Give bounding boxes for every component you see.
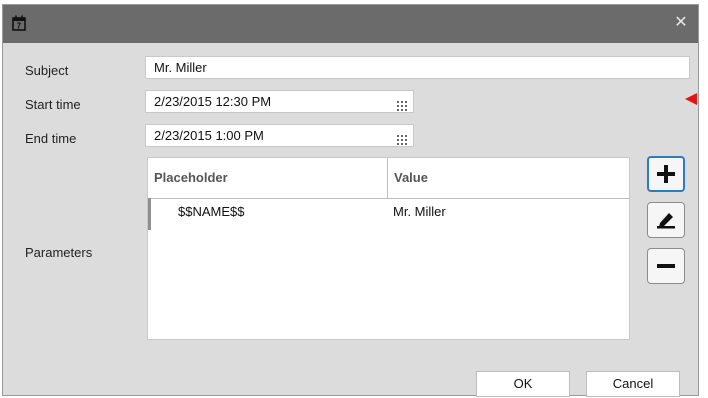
edit-parameter-button[interactable]	[647, 202, 685, 238]
subject-field[interactable]	[145, 56, 690, 79]
ok-button[interactable]: OK	[476, 371, 570, 397]
value-cell: Mr. Miller	[393, 204, 446, 219]
placeholder-cell: $$NAME$$	[178, 204, 245, 219]
title-bar: 7 ✕	[3, 5, 698, 43]
end-time-field[interactable]: 2/23/2015 1:00 PM	[145, 124, 414, 147]
end-time-value: 2/23/2015 1:00 PM	[154, 128, 264, 143]
datetime-picker-icon[interactable]	[397, 130, 408, 145]
end-time-label: End time	[25, 131, 77, 146]
table-header: Placeholder Value	[148, 158, 629, 199]
close-icon[interactable]: ✕	[672, 14, 690, 32]
datetime-picker-icon[interactable]	[397, 96, 408, 111]
start-time-value: 2/23/2015 12:30 PM	[154, 94, 272, 109]
appointment-dialog: 7 ✕ Subject Start time 2/23/2015 12:30 P…	[2, 4, 699, 397]
start-time-label: Start time	[25, 97, 81, 112]
parameters-table: Placeholder Value $$NAME$$ Mr. Miller	[147, 157, 630, 340]
cancel-button[interactable]: Cancel	[586, 371, 680, 397]
start-time-field[interactable]: 2/23/2015 12:30 PM	[145, 90, 414, 113]
svg-text:7: 7	[17, 22, 22, 31]
red-pointer-arrow-icon	[685, 93, 697, 105]
table-row[interactable]: $$NAME$$ Mr. Miller	[148, 198, 629, 226]
subject-label: Subject	[25, 63, 69, 78]
parameters-label: Parameters	[25, 245, 93, 260]
subject-input[interactable]	[154, 57, 681, 78]
column-header-value[interactable]: Value	[388, 158, 628, 198]
remove-parameter-button[interactable]	[647, 248, 685, 284]
column-header-placeholder[interactable]: Placeholder	[148, 158, 387, 198]
add-parameter-button[interactable]	[647, 156, 685, 192]
calendar-icon: 7	[12, 15, 26, 31]
